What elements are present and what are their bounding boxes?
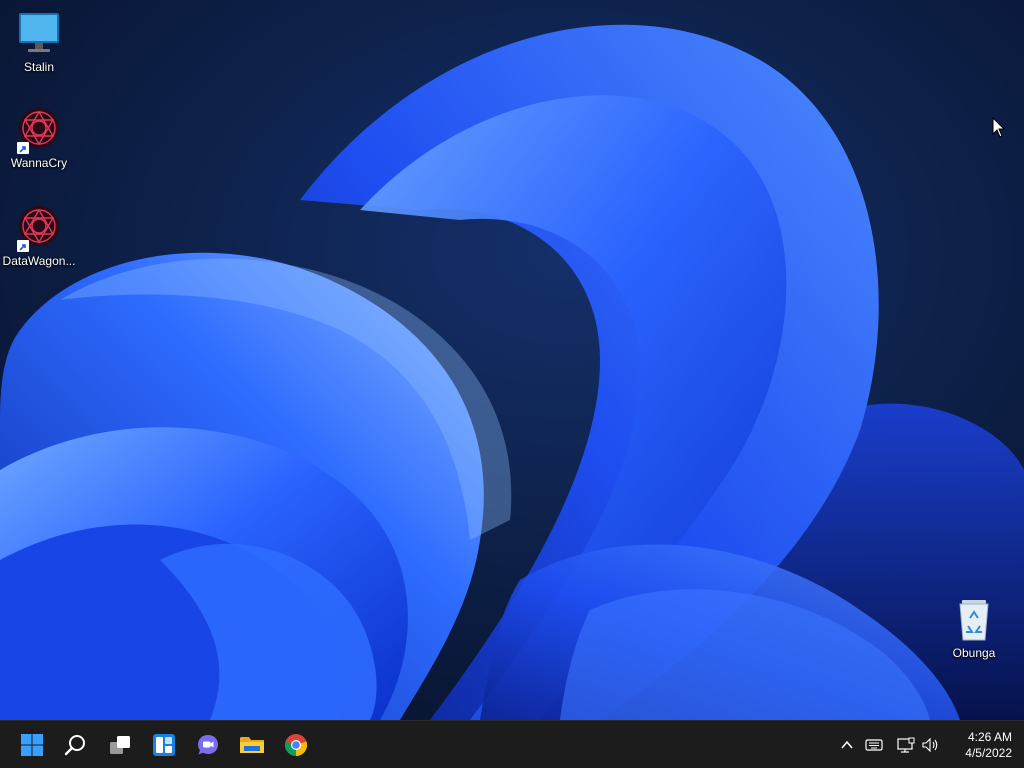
chat-icon [198, 735, 218, 755]
search-icon [64, 735, 85, 756]
shortcut-arrow-icon [17, 142, 29, 154]
desktop-icon-label: Stalin [23, 60, 55, 74]
desktop-icon-label: WannaCry [10, 156, 68, 170]
widgets-icon [153, 734, 175, 756]
widgets-button[interactable] [146, 727, 182, 763]
recycle-bin-icon [950, 596, 998, 644]
desktop-icon-label: Obunga [952, 646, 996, 660]
taskbar: 4:26 AM 4/5/2022 [0, 720, 1024, 768]
desktop[interactable]: Stalin WannaCry DataWagon... Obunga [0, 0, 1024, 720]
network-icon [897, 737, 915, 753]
folder-icon [240, 737, 264, 753]
task-view-icon [110, 736, 130, 754]
windows-logo-icon [21, 734, 43, 756]
clock-date: 4/5/2022 [965, 746, 1012, 760]
mouse-cursor-icon [992, 117, 1006, 138]
malware-app-icon [15, 204, 63, 252]
file-explorer-button[interactable] [234, 727, 270, 763]
search-button[interactable] [58, 727, 94, 763]
show-hidden-icons-button[interactable] [837, 735, 857, 755]
chrome-icon [284, 734, 308, 757]
monitor-icon [15, 10, 63, 58]
task-view-button[interactable] [102, 727, 138, 763]
chat-button[interactable] [190, 727, 226, 763]
input-indicator-button[interactable] [864, 735, 884, 755]
clock-time: 4:26 AM [967, 730, 1012, 744]
desktop-icon-stalin[interactable]: Stalin [1, 10, 77, 74]
chrome-button[interactable] [278, 727, 314, 763]
desktop-icon-obunga[interactable]: Obunga [936, 596, 1012, 660]
desktop-icon-wannacry[interactable]: WannaCry [1, 106, 77, 170]
desktop-icon-label: DataWagon... [2, 254, 76, 268]
volume-button[interactable] [921, 735, 941, 755]
system-clock[interactable]: 4:26 AM 4/5/2022 [942, 729, 1012, 761]
desktop-icon-datawagon[interactable]: DataWagon... [1, 204, 77, 268]
keyboard-icon [865, 739, 883, 751]
network-button[interactable] [896, 735, 916, 755]
shortcut-arrow-icon [17, 240, 29, 252]
volume-icon [922, 737, 938, 753]
malware-app-icon [15, 106, 63, 154]
start-button[interactable] [14, 727, 50, 763]
wallpaper [0, 0, 1024, 720]
chevron-up-icon [841, 740, 853, 749]
